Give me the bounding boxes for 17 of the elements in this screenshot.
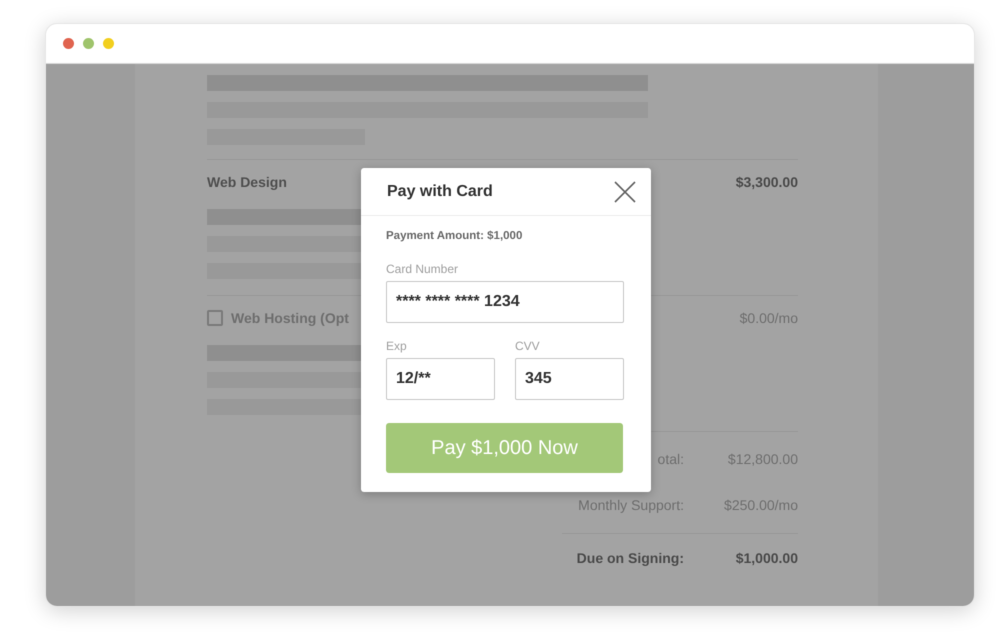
- window-control-dot[interactable]: [103, 38, 114, 49]
- field-label: CVV: [515, 339, 541, 353]
- payment-amount: Payment Amount: $1,000: [386, 230, 524, 242]
- window-control-dot[interactable]: [63, 38, 74, 49]
- close-button[interactable]: [613, 180, 637, 204]
- card-number-field[interactable]: **** **** **** 1234: [386, 281, 624, 323]
- item-title: Web Design: [207, 174, 287, 190]
- item-price: $3,300.00: [736, 174, 798, 190]
- checkbox[interactable]: [207, 310, 223, 326]
- input-field[interactable]: 345: [515, 358, 624, 400]
- input-field[interactable]: 12/**: [386, 358, 495, 400]
- field-label: Card Number: [386, 262, 460, 276]
- due-label: Due on Signing:: [576, 550, 684, 566]
- due-value: $1,000.00: [734, 550, 798, 566]
- dialog-title: Pay with Card: [387, 182, 493, 200]
- window-control-dot[interactable]: [83, 38, 94, 49]
- field-label: Exp: [386, 339, 408, 353]
